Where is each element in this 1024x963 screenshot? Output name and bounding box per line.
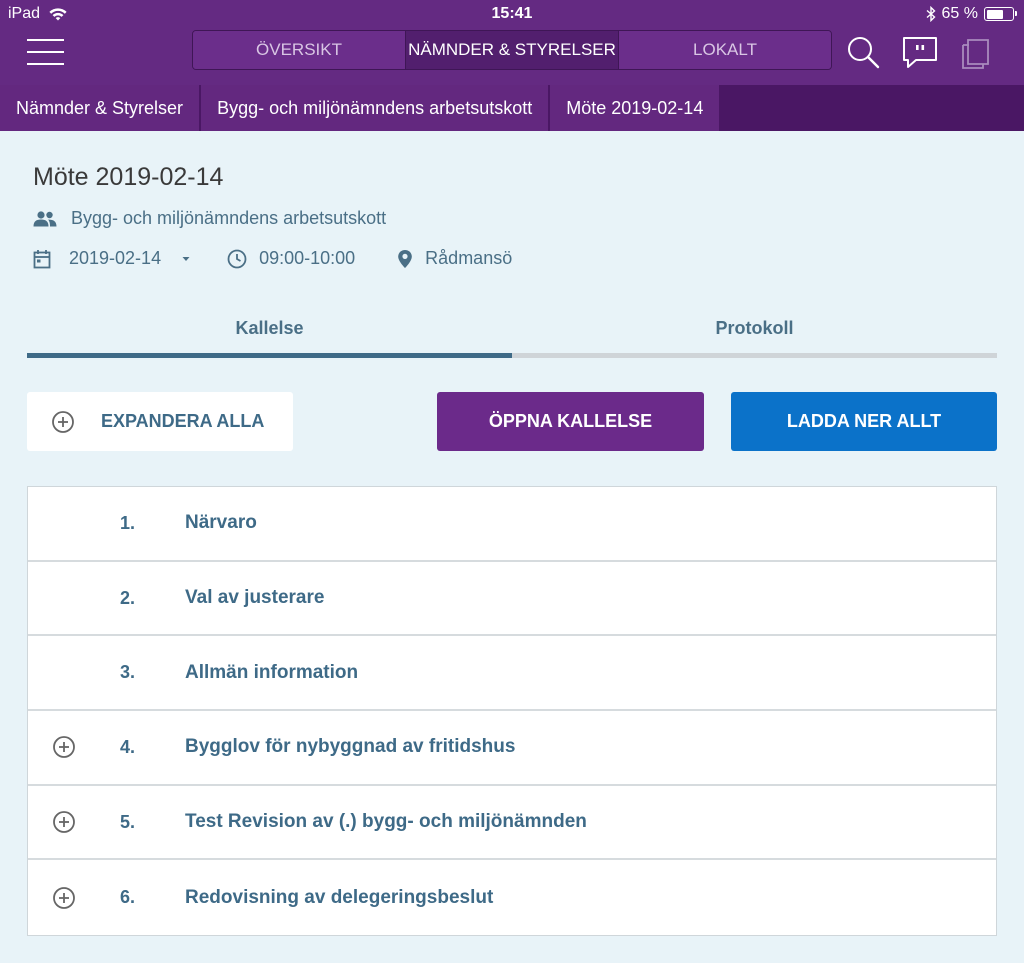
clock-icon — [227, 249, 247, 268]
agenda-item[interactable]: 2. Val av justerare — [28, 561, 996, 637]
search-icon[interactable] — [845, 34, 881, 70]
expand-plus-icon[interactable] — [52, 735, 76, 759]
expand-all-button[interactable]: EXPANDERA ALLA — [27, 392, 293, 451]
nav-tab-oversikt[interactable]: ÖVERSIKT — [193, 31, 406, 69]
chat-icon[interactable] — [902, 34, 938, 70]
committee-name: Bygg- och miljönämndens arbetsutskott — [71, 208, 387, 228]
status-time: 15:41 — [491, 5, 533, 22]
page-title: Möte 2019-02-14 — [33, 163, 224, 191]
nav-tab-lokalt[interactable]: LOKALT — [619, 31, 831, 69]
expand-all-label: EXPANDERA ALLA — [101, 411, 265, 431]
agenda-item-title: Närvaro — [185, 512, 257, 534]
tab-protokoll[interactable]: Protokoll — [512, 306, 997, 358]
date-select[interactable]: 2019-02-14 — [33, 248, 191, 269]
group-icon — [33, 210, 57, 226]
tab-kallelse[interactable]: Kallelse — [27, 306, 512, 358]
expand-plus-icon[interactable] — [52, 886, 76, 910]
agenda-item-number: 5. — [120, 811, 136, 832]
agenda-item-number: 1. — [120, 512, 136, 533]
time-item: 09:00-10:00 — [227, 248, 355, 269]
open-kallelse-button[interactable]: ÖPPNA KALLELSE — [437, 392, 704, 451]
agenda-item[interactable]: 5. Test Revision av (.) bygg- och miljönä… — [28, 785, 996, 861]
location-pin-icon — [398, 249, 412, 268]
agenda-item[interactable]: 3. Allmän information — [28, 636, 996, 712]
bluetooth-icon — [926, 6, 936, 22]
documents-icon[interactable] — [958, 34, 994, 70]
calendar-icon — [33, 249, 51, 268]
caret-down-icon — [182, 256, 190, 261]
meeting-meta: 2019-02-14 09:00-10:00 Rådmansö — [33, 248, 512, 269]
app-header: ÖVERSIKT NÄMNDER & STYRELSER LOKALT — [0, 28, 1024, 85]
agenda-item-title: Val av justerare — [185, 587, 325, 609]
location-item: Rådmansö — [397, 248, 512, 269]
breadcrumb-meeting[interactable]: Möte 2019-02-14 — [550, 85, 722, 131]
agenda-item-number: 6. — [120, 887, 136, 908]
agenda-item-title: Test Revision av (.) bygg- och miljönämn… — [185, 811, 587, 833]
expand-plus-icon[interactable] — [52, 810, 76, 834]
agenda-item-number: 3. — [120, 662, 136, 683]
agenda-list: 1. Närvaro 2. Val av justerare 3. Allmän info… — [27, 486, 997, 937]
agenda-item-title: Redovisning av delegeringsbeslut — [185, 886, 494, 908]
battery-percent: 65 % — [941, 5, 978, 22]
meeting-location: Rådmansö — [425, 248, 513, 268]
meeting-time: 09:00-10:00 — [259, 248, 356, 268]
meeting-date: 2019-02-14 — [69, 248, 162, 268]
breadcrumb-namnder[interactable]: Nämnder & Styrelser — [0, 85, 202, 131]
agenda-item-title: Bygglov för nybyggnad av fritidshus — [185, 736, 516, 758]
agenda-item-number: 2. — [120, 587, 136, 608]
breadcrumb-committee[interactable]: Bygg- och miljönämndens arbetsutskott — [201, 85, 551, 131]
agenda-item-number: 4. — [120, 736, 136, 757]
status-bar: iPad 15:41 65 % — [0, 0, 1024, 28]
breadcrumb: Nämnder & Styrelser Bygg- och miljönämnd… — [0, 85, 1024, 131]
agenda-item[interactable]: 4. Bygglov för nybyggnad av fritidshus — [28, 711, 996, 786]
download-all-button[interactable]: LADDA NER ALLT — [731, 392, 997, 451]
agenda-item[interactable]: 6. Redovisning av delegeringsbeslut — [28, 860, 996, 936]
agenda-item-title: Allmän information — [185, 661, 359, 683]
nav-tab-namnder[interactable]: NÄMNDER & STYRELSER — [406, 31, 619, 69]
menu-icon[interactable] — [27, 39, 64, 65]
plus-circle-icon — [52, 410, 74, 433]
battery-icon — [984, 7, 1017, 21]
committee-row: Bygg- och miljönämndens arbetsutskott — [33, 208, 386, 229]
agenda-item[interactable]: 1. Närvaro — [28, 487, 996, 562]
document-tabs: Kallelse Protokoll — [27, 306, 997, 358]
main-nav: ÖVERSIKT NÄMNDER & STYRELSER LOKALT — [192, 30, 832, 70]
